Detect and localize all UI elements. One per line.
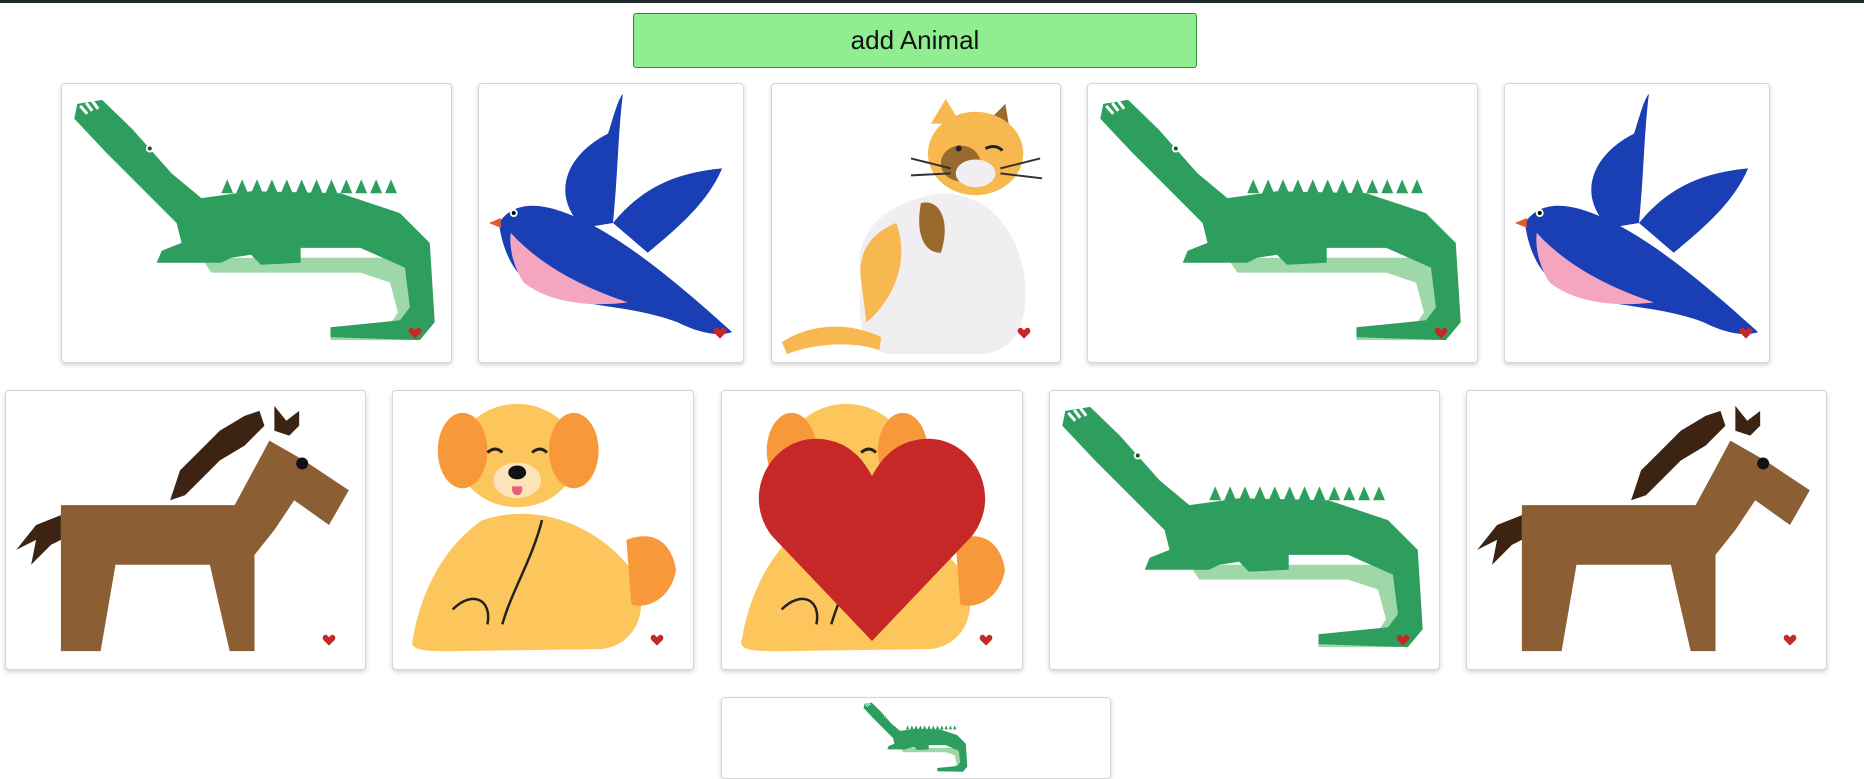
like-heart-icon[interactable] <box>1434 326 1448 340</box>
top-border <box>0 0 1864 3</box>
like-heart-icon[interactable] <box>650 633 664 647</box>
like-heart-icon[interactable] <box>1396 633 1410 647</box>
animal-card-dog[interactable] <box>392 390 694 670</box>
animal-card-dog[interactable] <box>721 390 1023 670</box>
animal-card-crocodile[interactable] <box>1049 390 1440 670</box>
like-heart-icon[interactable] <box>1739 326 1753 340</box>
animal-card-crocodile[interactable] <box>721 697 1111 779</box>
like-heart-icon[interactable] <box>1783 633 1797 647</box>
animal-card-horse[interactable] <box>5 390 366 670</box>
animal-card-horse[interactable] <box>1466 390 1827 670</box>
add-animal-button[interactable]: add Animal <box>633 13 1197 68</box>
animal-card-bird[interactable] <box>1504 83 1770 363</box>
like-heart-icon[interactable] <box>322 633 336 647</box>
like-heart-icon[interactable] <box>408 326 422 340</box>
like-heart-icon[interactable] <box>1017 326 1031 340</box>
animal-card-crocodile[interactable] <box>1087 83 1478 363</box>
animal-card-crocodile[interactable] <box>61 83 452 363</box>
animal-card-bird[interactable] <box>478 83 744 363</box>
liked-heart-overlay-icon <box>752 426 992 646</box>
like-heart-icon[interactable] <box>713 326 727 340</box>
animal-card-cat[interactable] <box>771 83 1061 363</box>
